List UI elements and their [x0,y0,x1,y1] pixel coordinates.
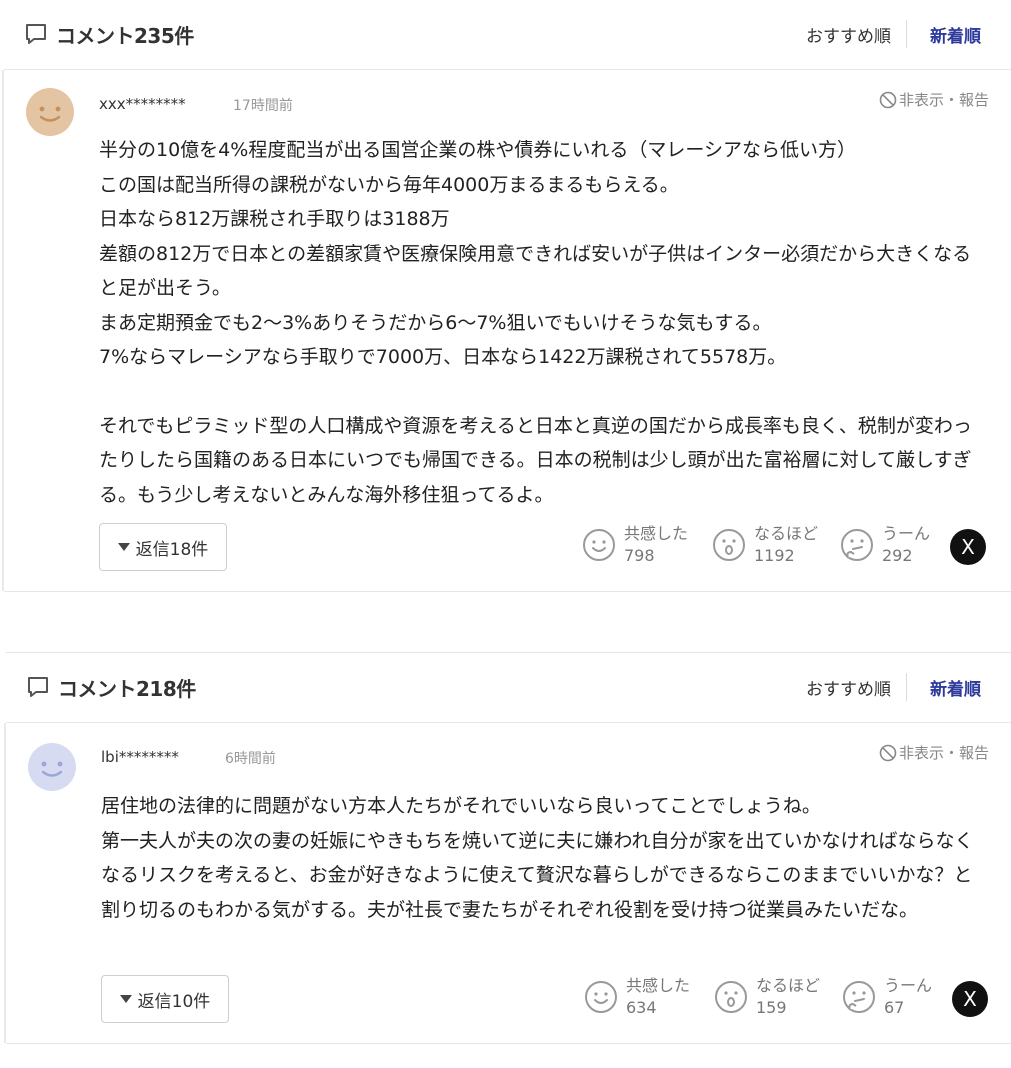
replies-button[interactable]: 返信18件 [99,523,227,571]
comment-line [99,375,989,409]
comment-section-header: コメント218件 おすすめ順 新着順 [6,653,1011,723]
comment-count-title: コメント218件 [58,677,196,701]
block-icon [879,91,897,108]
reaction-label: 共感した [626,976,691,995]
divider [906,673,907,701]
reaction-count: 634 [626,998,657,1017]
divider [906,20,907,48]
hide-report-link[interactable]: 非表示・報告 [879,89,989,110]
triangle-down-icon [117,543,130,551]
sort-recommended-tab[interactable]: おすすめ順 [806,22,891,47]
reaction-count: 292 [882,546,913,565]
comment-body: 居住地の法律的に問題がない方本人たちがそれでいいなら良いってことでしょうね。 第… [101,789,991,927]
comment-line: 日本なら812万課税され手取りは3188万 [99,208,450,230]
sort-recommended-tab[interactable]: おすすめ順 [806,675,891,700]
block-icon [879,744,897,761]
hide-report-label: 非表示・報告 [898,744,989,762]
comment-icon [26,24,46,44]
sort-newest-tab[interactable]: 新着順 [930,675,981,700]
x-logo-icon: X [961,535,975,559]
comment-line: 7%ならマレーシアなら手取りで7000万、日本なら1422万課税されて5578万… [99,346,787,368]
comment-section-header: コメント235件 おすすめ順 新着順 [4,0,1011,70]
comment-line: 第一夫人が夫の次の妻の妊娠にやきもちを焼いて逆に夫に嫌われ自分が家を出ていかなけ… [101,829,974,921]
reaction-hmm-button[interactable]: うーん 292 [840,523,930,567]
username[interactable]: xxx******** [99,95,186,113]
smile-icon [585,981,617,1013]
comment-icon [28,677,48,697]
share-x-button[interactable]: X [952,981,988,1017]
reaction-empathy-button[interactable]: 共感した 798 [582,523,688,567]
comment-line: それでもピラミッド型の人口構成や資源を考えると日本と真逆の国だから成長率も良く、… [99,414,972,506]
post-time: 6時間前 [225,751,276,767]
surprised-face-icon [715,981,747,1013]
reaction-label: なるほど [756,976,821,995]
avatar[interactable] [28,743,76,791]
reaction-count: 159 [756,998,787,1017]
reaction-insight-button[interactable]: なるほど 159 [714,975,820,1019]
reaction-count: 67 [884,998,905,1017]
reaction-empathy-button[interactable]: 共感した 634 [584,975,690,1019]
comment-line: 居住地の法律的に問題がない方本人たちがそれでいいなら良いってことでしょうね。 [101,795,821,817]
sort-newest-tab[interactable]: 新着順 [930,22,981,47]
comment-section: コメント235件 おすすめ順 新着順 xxx******** 17時間前 非表示… [2,0,1011,592]
replies-label: 返信18件 [135,539,209,560]
comment-body: 半分の10億を4%程度配当が出る国営企業の株や債券にいれる（マレーシアなら低い方… [99,133,989,512]
reaction-label: うーん [884,976,933,995]
x-logo-icon: X [963,987,977,1011]
share-x-button[interactable]: X [950,529,986,565]
reaction-label: うーん [882,524,931,543]
reaction-count: 1192 [754,546,795,565]
reaction-insight-button[interactable]: なるほど 1192 [712,523,818,567]
replies-label: 返信10件 [137,991,211,1012]
surprised-face-icon [713,529,745,561]
username[interactable]: lbi******** [101,748,179,766]
triangle-down-icon [119,995,132,1003]
thinking-face-icon [841,529,873,561]
comment-line: この国は配当所得の課税がないから毎年4000万まるまるもらえる。 [99,173,679,196]
post-time: 17時間前 [233,98,293,114]
comment-section: コメント218件 おすすめ順 新着順 lbi******** 6時間前 非表示・… [4,652,1011,1044]
reaction-hmm-button[interactable]: うーん 67 [842,975,932,1019]
hide-report-link[interactable]: 非表示・報告 [879,742,989,763]
comment-line: 差額の812万で日本との差額家賃や医療保険用意できれば安いが子供はインター必須だ… [99,242,972,300]
comment-line: まあ定期預金でも2〜3%ありそうだから6〜7%狙いでもいけそうな気もする。 [99,311,772,334]
reaction-count: 798 [624,546,655,565]
comment-count-title: コメント235件 [56,24,194,48]
replies-button[interactable]: 返信10件 [101,975,229,1023]
smile-icon [583,529,615,561]
reaction-label: なるほど [754,524,819,543]
hide-report-label: 非表示・報告 [898,91,989,109]
comment-line: 半分の10億を4%程度配当が出る国営企業の株や債券にいれる（マレーシアなら低い方… [99,139,856,161]
avatar[interactable] [26,88,74,136]
thinking-face-icon [843,981,875,1013]
reaction-label: 共感した [624,524,689,543]
